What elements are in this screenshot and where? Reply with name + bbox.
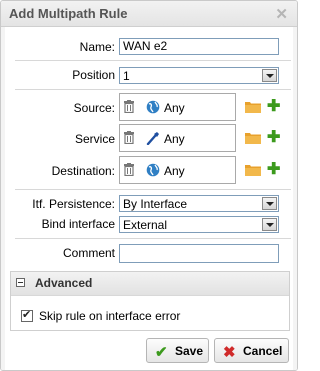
- save-button[interactable]: ✔ Save: [146, 338, 209, 363]
- trash-icon[interactable]: [124, 163, 134, 176]
- add-destination-icon[interactable]: ✚: [267, 162, 280, 178]
- trash-icon[interactable]: [124, 100, 134, 113]
- position-label: Position: [72, 68, 115, 82]
- destination-picker[interactable]: Any: [119, 156, 236, 184]
- cancel-button[interactable]: ✖ Cancel: [214, 338, 289, 363]
- dialog-titlebar[interactable]: Add Multipath Rule ✕: [1, 1, 297, 27]
- position-value: 1: [123, 69, 130, 83]
- save-label: Save: [175, 344, 204, 358]
- chevron-down-icon[interactable]: [262, 69, 277, 82]
- wrench-icon: [146, 132, 159, 145]
- name-field[interactable]: WAN e2: [119, 38, 279, 55]
- trash-icon[interactable]: [124, 131, 134, 144]
- destination-label: Destination:: [51, 164, 115, 178]
- persistence-label: Itf. Persistence:: [32, 197, 115, 211]
- advanced-header[interactable]: Advanced: [11, 272, 289, 296]
- x-icon: ✖: [223, 344, 236, 361]
- add-service-icon[interactable]: ✚: [267, 130, 280, 146]
- bind-interface-select[interactable]: External: [119, 216, 279, 233]
- close-icon[interactable]: ✕: [275, 5, 288, 23]
- service-label: Service: [74, 132, 115, 146]
- folder-icon[interactable]: [245, 131, 261, 144]
- comment-field[interactable]: [119, 244, 279, 263]
- chevron-down-icon[interactable]: [262, 197, 277, 210]
- position-select[interactable]: 1: [119, 67, 279, 84]
- name-label: Name:: [79, 40, 115, 54]
- divider: [15, 238, 291, 239]
- bind-interface-label: Bind interface: [41, 217, 115, 231]
- skip-rule-checkbox[interactable]: [21, 308, 33, 322]
- source-value: Any: [164, 101, 185, 115]
- source-label: Source:: [73, 101, 115, 115]
- service-picker[interactable]: Any: [119, 124, 236, 152]
- persistence-select[interactable]: By Interface: [119, 195, 279, 212]
- add-source-icon[interactable]: ✚: [267, 99, 280, 115]
- persistence-value: By Interface: [123, 197, 188, 211]
- advanced-panel: Advanced Skip rule on interface error: [10, 271, 290, 331]
- globe-icon: [146, 163, 160, 177]
- check-icon: ✔: [155, 344, 168, 361]
- folder-icon[interactable]: [245, 100, 261, 113]
- dialog-title: Add Multipath Rule: [9, 6, 128, 21]
- source-picker[interactable]: Any: [119, 93, 236, 121]
- divider: [15, 189, 291, 190]
- cancel-label: Cancel: [243, 344, 283, 358]
- advanced-title: Advanced: [35, 276, 93, 290]
- divider: [15, 60, 291, 61]
- globe-icon: [146, 100, 160, 114]
- service-value: Any: [164, 132, 185, 146]
- comment-label: Comment: [62, 246, 115, 260]
- divider: [15, 89, 291, 90]
- add-multipath-rule-dialog: Add Multipath Rule ✕ Name: WAN e2 Positi…: [0, 0, 298, 371]
- chevron-down-icon[interactable]: [262, 218, 277, 231]
- destination-value: Any: [164, 164, 185, 178]
- folder-icon[interactable]: [245, 163, 261, 176]
- skip-rule-label[interactable]: Skip rule on interface error: [39, 309, 180, 323]
- bind-interface-value: External: [123, 218, 168, 232]
- collapse-icon[interactable]: [16, 278, 25, 287]
